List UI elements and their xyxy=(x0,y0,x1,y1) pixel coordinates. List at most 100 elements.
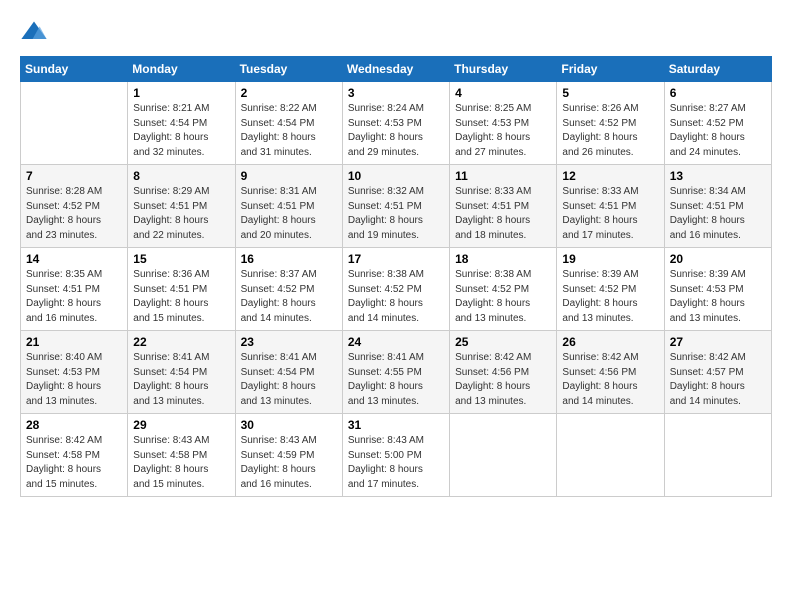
calendar-cell: 9 Sunrise: 8:31 AM Sunset: 4:51 PM Daylig… xyxy=(235,165,342,248)
day-number: 8 xyxy=(133,169,229,183)
day-of-week-header: Tuesday xyxy=(235,57,342,82)
day-info: Sunrise: 8:42 AM Sunset: 4:56 PM Dayligh… xyxy=(455,351,551,409)
day-number: 6 xyxy=(670,86,766,100)
calendar-week-row: 28Sunrise: 8:42 AM Sunset: 4:58 PM Dayli… xyxy=(21,414,772,497)
calendar-cell: 22 Sunrise: 8:41 AM Sunset: 4:54 PM Dayli… xyxy=(128,331,235,414)
day-info: Sunrise: 8:22 AM Sunset: 4:54 PM Dayligh… xyxy=(241,102,337,160)
calendar-cell: 3 Sunrise: 8:24 AM Sunset: 4:53 PM Daylig… xyxy=(342,82,449,165)
calendar-header-row: SundayMondayTuesdayWednesdayThursdayFrid… xyxy=(21,57,772,82)
day-info: Sunrise: 8:38 AM Sunset: 4:52 PM Dayligh… xyxy=(455,268,551,326)
calendar-cell: 5 Sunrise: 8:26 AM Sunset: 4:52 PM Daylig… xyxy=(557,82,664,165)
day-of-week-header: Sunday xyxy=(21,57,128,82)
calendar-cell: 7 Sunrise: 8:28 AM Sunset: 4:52 PM Daylig… xyxy=(21,165,128,248)
day-number: 13 xyxy=(670,169,766,183)
day-number: 10 xyxy=(348,169,444,183)
day-info: Sunrise: 8:39 AM Sunset: 4:52 PM Dayligh… xyxy=(562,268,658,326)
calendar-cell: 29 Sunrise: 8:43 AM Sunset: 4:58 PM Dayli… xyxy=(128,414,235,497)
calendar: SundayMondayTuesdayWednesdayThursdayFrid… xyxy=(20,56,772,497)
day-info: Sunrise: 8:42 AM Sunset: 4:56 PM Dayligh… xyxy=(562,351,658,409)
day-info: Sunrise: 8:21 AM Sunset: 4:54 PM Dayligh… xyxy=(133,102,229,160)
calendar-cell: 25 Sunrise: 8:42 AM Sunset: 4:56 PM Dayli… xyxy=(450,331,557,414)
calendar-cell: 21 Sunrise: 8:40 AM Sunset: 4:53 PM Dayli… xyxy=(21,331,128,414)
day-of-week-header: Monday xyxy=(128,57,235,82)
day-number: 3 xyxy=(348,86,444,100)
calendar-cell: 30 Sunrise: 8:43 AM Sunset: 4:59 PM Dayli… xyxy=(235,414,342,497)
day-number: 5 xyxy=(562,86,658,100)
logo-icon xyxy=(20,18,48,46)
calendar-cell xyxy=(664,414,771,497)
calendar-cell: 28Sunrise: 8:42 AM Sunset: 4:58 PM Dayli… xyxy=(21,414,128,497)
day-info: Sunrise: 8:28 AM Sunset: 4:52 PM Dayligh… xyxy=(26,185,122,243)
calendar-cell: 16Sunrise: 8:37 AM Sunset: 4:52 PM Dayli… xyxy=(235,248,342,331)
day-number: 20 xyxy=(670,252,766,266)
calendar-cell: 27 Sunrise: 8:42 AM Sunset: 4:57 PM Dayli… xyxy=(664,331,771,414)
day-info: Sunrise: 8:43 AM Sunset: 4:58 PM Dayligh… xyxy=(133,434,229,492)
day-number: 30 xyxy=(241,418,337,432)
day-info: Sunrise: 8:31 AM Sunset: 4:51 PM Dayligh… xyxy=(241,185,337,243)
day-of-week-header: Thursday xyxy=(450,57,557,82)
page: SundayMondayTuesdayWednesdayThursdayFrid… xyxy=(0,0,792,612)
day-number: 7 xyxy=(26,169,122,183)
header xyxy=(20,18,772,46)
calendar-cell: 24 Sunrise: 8:41 AM Sunset: 4:55 PM Dayli… xyxy=(342,331,449,414)
calendar-cell: 14Sunrise: 8:35 AM Sunset: 4:51 PM Dayli… xyxy=(21,248,128,331)
calendar-week-row: 1 Sunrise: 8:21 AM Sunset: 4:54 PM Daylig… xyxy=(21,82,772,165)
calendar-cell: 11 Sunrise: 8:33 AM Sunset: 4:51 PM Dayli… xyxy=(450,165,557,248)
calendar-cell: 10Sunrise: 8:32 AM Sunset: 4:51 PM Dayli… xyxy=(342,165,449,248)
day-info: Sunrise: 8:43 AM Sunset: 4:59 PM Dayligh… xyxy=(241,434,337,492)
calendar-cell: 26 Sunrise: 8:42 AM Sunset: 4:56 PM Dayli… xyxy=(557,331,664,414)
day-number: 23 xyxy=(241,335,337,349)
day-number: 28 xyxy=(26,418,122,432)
day-info: Sunrise: 8:36 AM Sunset: 4:51 PM Dayligh… xyxy=(133,268,229,326)
day-info: Sunrise: 8:38 AM Sunset: 4:52 PM Dayligh… xyxy=(348,268,444,326)
day-info: Sunrise: 8:29 AM Sunset: 4:51 PM Dayligh… xyxy=(133,185,229,243)
day-number: 1 xyxy=(133,86,229,100)
day-number: 25 xyxy=(455,335,551,349)
day-info: Sunrise: 8:26 AM Sunset: 4:52 PM Dayligh… xyxy=(562,102,658,160)
day-of-week-header: Saturday xyxy=(664,57,771,82)
day-number: 22 xyxy=(133,335,229,349)
calendar-cell: 12Sunrise: 8:33 AM Sunset: 4:51 PM Dayli… xyxy=(557,165,664,248)
day-number: 24 xyxy=(348,335,444,349)
calendar-cell: 18 Sunrise: 8:38 AM Sunset: 4:52 PM Dayli… xyxy=(450,248,557,331)
day-number: 9 xyxy=(241,169,337,183)
day-number: 21 xyxy=(26,335,122,349)
day-info: Sunrise: 8:34 AM Sunset: 4:51 PM Dayligh… xyxy=(670,185,766,243)
day-info: Sunrise: 8:41 AM Sunset: 4:54 PM Dayligh… xyxy=(241,351,337,409)
day-number: 11 xyxy=(455,169,551,183)
day-number: 16 xyxy=(241,252,337,266)
day-number: 26 xyxy=(562,335,658,349)
calendar-cell xyxy=(21,82,128,165)
day-number: 17 xyxy=(348,252,444,266)
day-info: Sunrise: 8:41 AM Sunset: 4:55 PM Dayligh… xyxy=(348,351,444,409)
day-info: Sunrise: 8:41 AM Sunset: 4:54 PM Dayligh… xyxy=(133,351,229,409)
day-number: 4 xyxy=(455,86,551,100)
calendar-cell: 19Sunrise: 8:39 AM Sunset: 4:52 PM Dayli… xyxy=(557,248,664,331)
day-info: Sunrise: 8:24 AM Sunset: 4:53 PM Dayligh… xyxy=(348,102,444,160)
day-number: 18 xyxy=(455,252,551,266)
day-info: Sunrise: 8:33 AM Sunset: 4:51 PM Dayligh… xyxy=(455,185,551,243)
calendar-cell xyxy=(450,414,557,497)
day-of-week-header: Wednesday xyxy=(342,57,449,82)
day-info: Sunrise: 8:27 AM Sunset: 4:52 PM Dayligh… xyxy=(670,102,766,160)
calendar-week-row: 14Sunrise: 8:35 AM Sunset: 4:51 PM Dayli… xyxy=(21,248,772,331)
calendar-week-row: 21 Sunrise: 8:40 AM Sunset: 4:53 PM Dayli… xyxy=(21,331,772,414)
day-info: Sunrise: 8:40 AM Sunset: 4:53 PM Dayligh… xyxy=(26,351,122,409)
calendar-cell: 31Sunrise: 8:43 AM Sunset: 5:00 PM Dayli… xyxy=(342,414,449,497)
day-info: Sunrise: 8:35 AM Sunset: 4:51 PM Dayligh… xyxy=(26,268,122,326)
day-number: 2 xyxy=(241,86,337,100)
calendar-cell: 15Sunrise: 8:36 AM Sunset: 4:51 PM Dayli… xyxy=(128,248,235,331)
calendar-cell: 1 Sunrise: 8:21 AM Sunset: 4:54 PM Daylig… xyxy=(128,82,235,165)
day-info: Sunrise: 8:42 AM Sunset: 4:57 PM Dayligh… xyxy=(670,351,766,409)
calendar-cell: 17 Sunrise: 8:38 AM Sunset: 4:52 PM Dayli… xyxy=(342,248,449,331)
day-info: Sunrise: 8:33 AM Sunset: 4:51 PM Dayligh… xyxy=(562,185,658,243)
calendar-cell: 8 Sunrise: 8:29 AM Sunset: 4:51 PM Daylig… xyxy=(128,165,235,248)
calendar-cell: 2 Sunrise: 8:22 AM Sunset: 4:54 PM Daylig… xyxy=(235,82,342,165)
day-number: 29 xyxy=(133,418,229,432)
calendar-cell: 4 Sunrise: 8:25 AM Sunset: 4:53 PM Daylig… xyxy=(450,82,557,165)
calendar-cell: 20Sunrise: 8:39 AM Sunset: 4:53 PM Dayli… xyxy=(664,248,771,331)
calendar-cell: 6 Sunrise: 8:27 AM Sunset: 4:52 PM Daylig… xyxy=(664,82,771,165)
calendar-week-row: 7 Sunrise: 8:28 AM Sunset: 4:52 PM Daylig… xyxy=(21,165,772,248)
day-info: Sunrise: 8:25 AM Sunset: 4:53 PM Dayligh… xyxy=(455,102,551,160)
day-number: 27 xyxy=(670,335,766,349)
